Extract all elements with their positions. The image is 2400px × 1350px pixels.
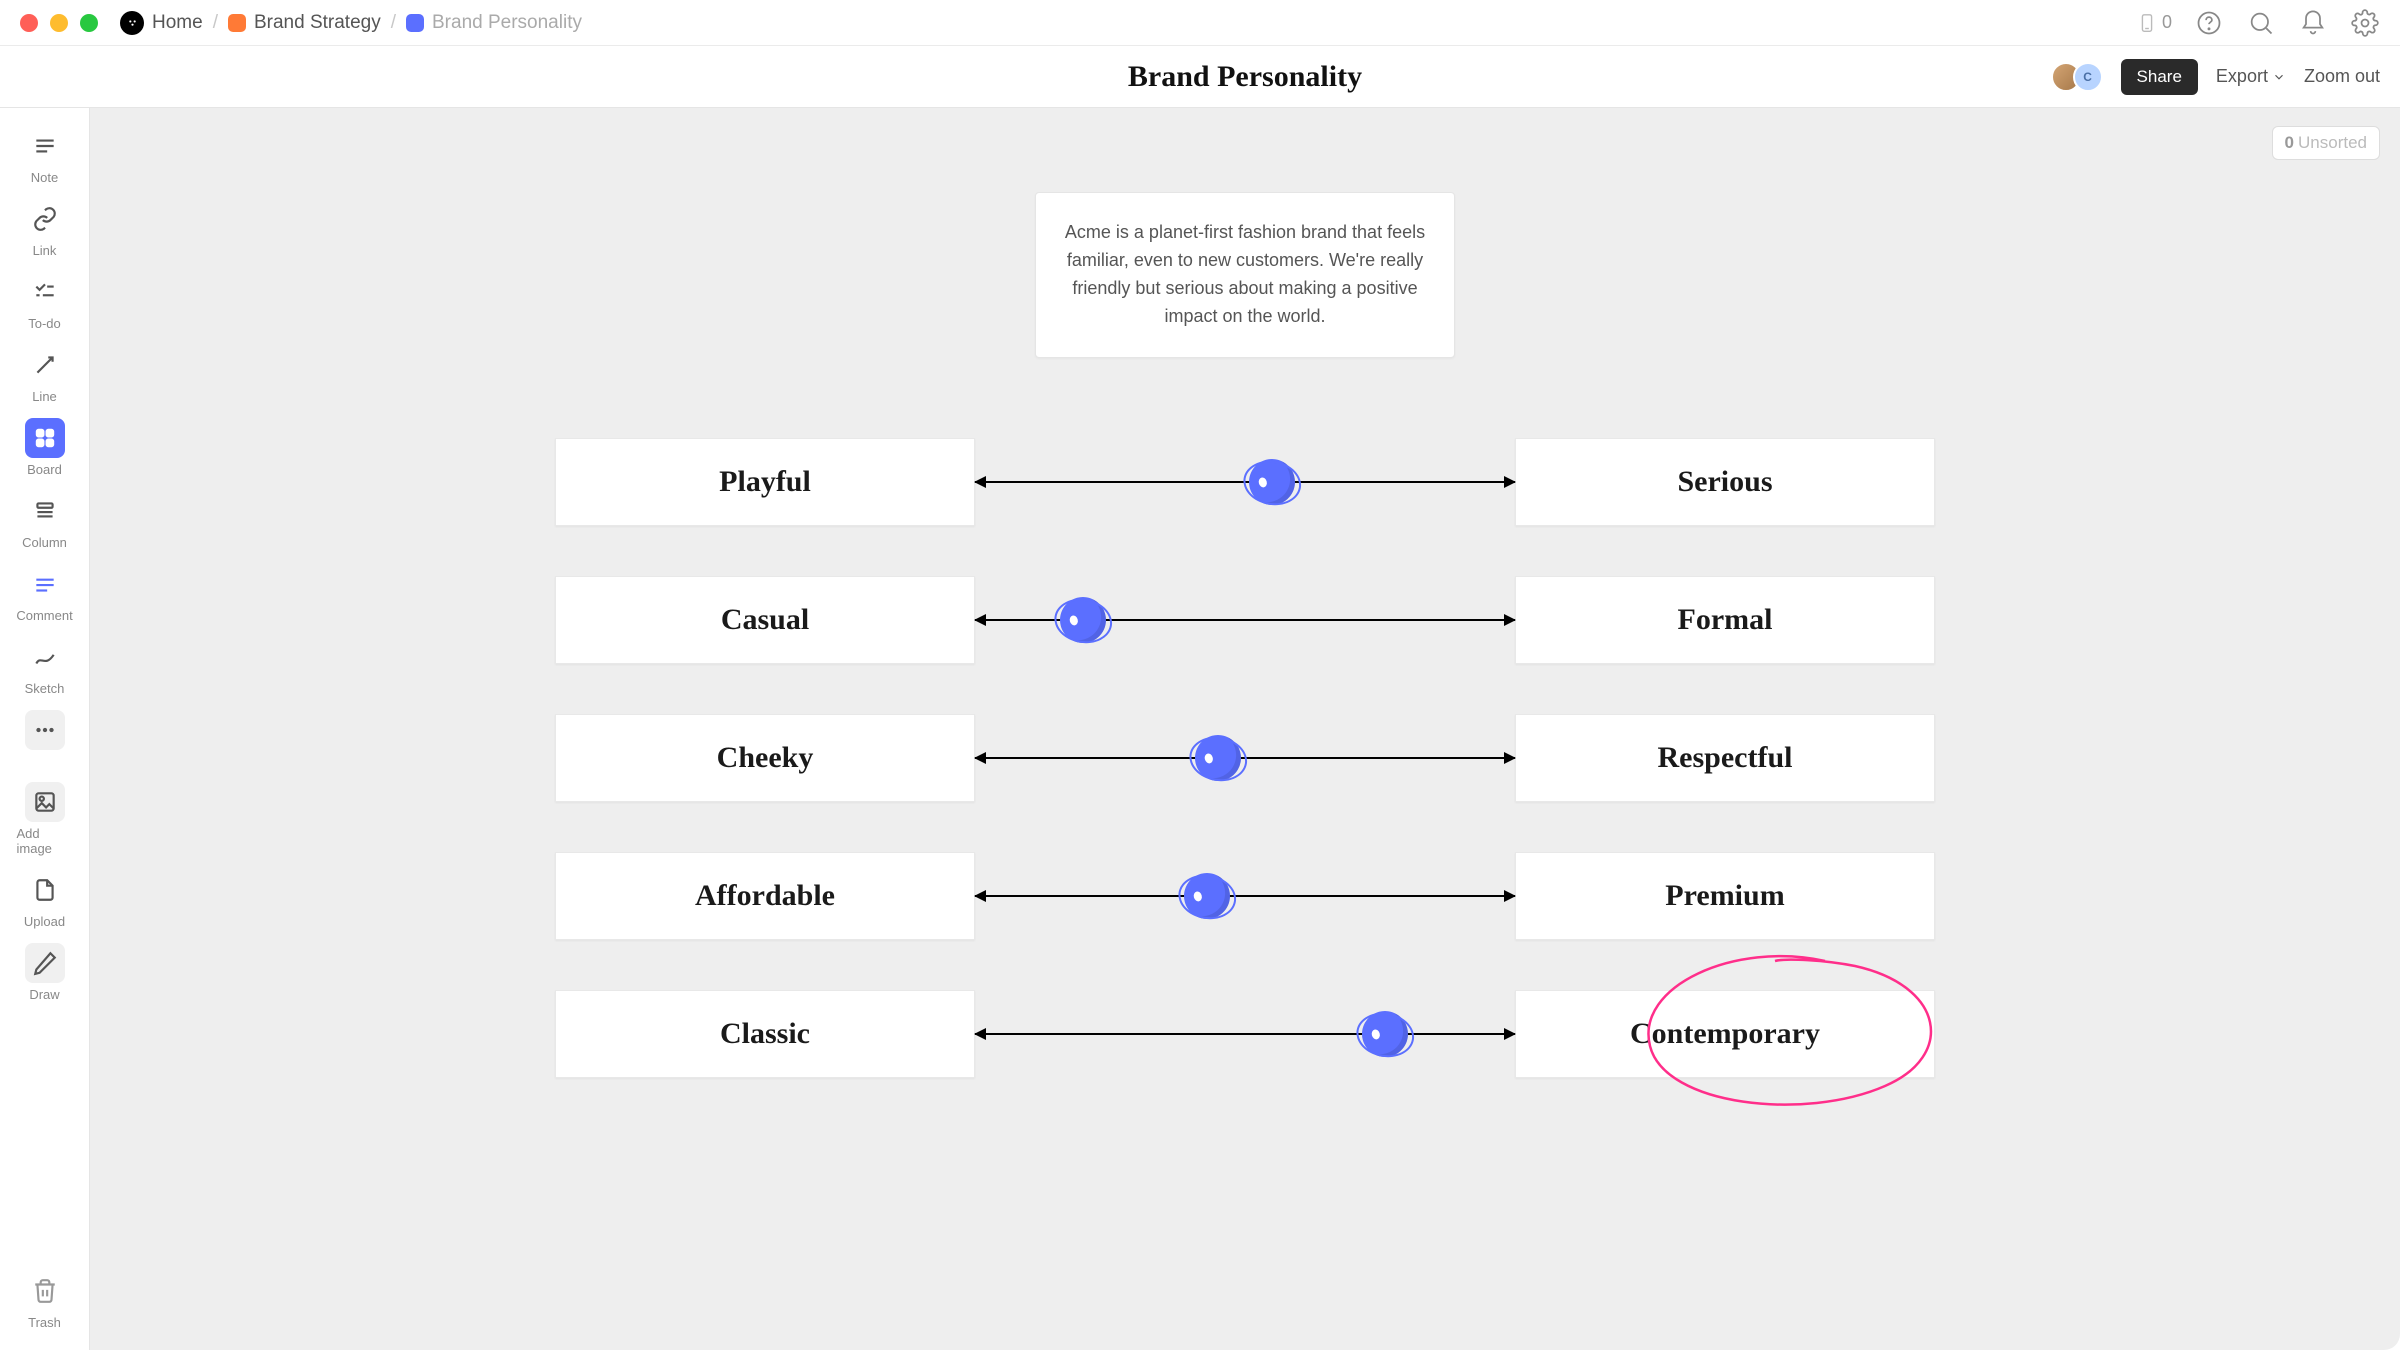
breadcrumb-strategy-label: Brand Strategy: [254, 12, 381, 34]
tool-line[interactable]: Line: [17, 345, 73, 404]
scale-left-label[interactable]: Cheeky: [555, 714, 975, 802]
scale-right-label[interactable]: Premium: [1515, 852, 1935, 940]
scale-slider[interactable]: [975, 852, 1515, 940]
help-button[interactable]: [2194, 8, 2224, 38]
scale-right-label[interactable]: Serious: [1515, 438, 1935, 526]
scale-right-label[interactable]: Contemporary: [1515, 990, 1935, 1078]
tool-more[interactable]: [17, 710, 73, 750]
folder-icon: [228, 14, 246, 32]
breadcrumb-sep: /: [213, 12, 218, 34]
scale-left-label[interactable]: Playful: [555, 438, 975, 526]
page-header: Brand Personality C Share Export Zoom ou…: [0, 46, 2400, 108]
unsorted-chip[interactable]: 0Unsorted: [2272, 126, 2380, 160]
tool-note-label: Note: [31, 170, 58, 185]
tool-trash[interactable]: Trash: [17, 1271, 73, 1330]
tool-trash-label: Trash: [28, 1315, 61, 1330]
scale-row: Cheeky Respectful: [555, 714, 1935, 802]
tool-comment[interactable]: Comment: [17, 564, 73, 623]
settings-button[interactable]: [2350, 8, 2380, 38]
window-controls: [20, 14, 98, 32]
breadcrumb-home-label: Home: [152, 12, 203, 34]
titlebar: Home / Brand Strategy / Brand Personalit…: [0, 0, 2400, 46]
board-icon: [406, 14, 424, 32]
scale-marker[interactable]: [1244, 454, 1300, 510]
canvas[interactable]: 0Unsorted Acme is a planet-first fashion…: [90, 108, 2400, 1350]
page-title: Brand Personality: [90, 60, 2400, 94]
tool-board[interactable]: Board: [17, 418, 73, 477]
mobile-indicator[interactable]: 0: [2136, 12, 2172, 34]
titlebar-right: 0: [2136, 8, 2380, 38]
breadcrumb-strategy[interactable]: Brand Strategy: [228, 12, 381, 34]
scale-row: Affordable Premium: [555, 852, 1935, 940]
scale-marker[interactable]: [1190, 730, 1246, 786]
mobile-count: 0: [2162, 12, 2172, 33]
tool-todo-label: To-do: [28, 316, 61, 331]
close-window-button[interactable]: [20, 14, 38, 32]
description-card[interactable]: Acme is a planet-first fashion brand tha…: [1035, 192, 1455, 358]
scale-row: Classic Contemporary: [555, 990, 1935, 1078]
scale-row: Casual Formal: [555, 576, 1935, 664]
main: Note Link To-do Line Board Column: [0, 108, 2400, 1350]
scale-slider[interactable]: [975, 438, 1515, 526]
tool-link-label: Link: [33, 243, 57, 258]
scale-left-label[interactable]: Casual: [555, 576, 975, 664]
breadcrumb-home[interactable]: Home: [120, 11, 203, 35]
scale-slider[interactable]: [975, 714, 1515, 802]
scale-slider[interactable]: [975, 576, 1515, 664]
tool-draw-label: Draw: [29, 987, 59, 1002]
scales: Playful Serious Casual Formal Cheeky Respectf…: [555, 438, 1935, 1128]
scale-marker[interactable]: [1357, 1006, 1413, 1062]
maximize-window-button[interactable]: [80, 14, 98, 32]
tool-upload-label: Upload: [24, 914, 65, 929]
tool-line-label: Line: [32, 389, 57, 404]
scale-left-label[interactable]: Affordable: [555, 852, 975, 940]
scale-right-label[interactable]: Respectful: [1515, 714, 1935, 802]
unsorted-label: Unsorted: [2298, 133, 2367, 152]
scale-row: Playful Serious: [555, 438, 1935, 526]
breadcrumb-sep: /: [391, 12, 396, 34]
minimize-window-button[interactable]: [50, 14, 68, 32]
tool-column[interactable]: Column: [17, 491, 73, 550]
unsorted-count: 0: [2285, 133, 2294, 152]
scale-marker[interactable]: [1179, 868, 1235, 924]
scale-marker[interactable]: [1055, 592, 1111, 648]
breadcrumb-current[interactable]: Brand Personality: [406, 12, 582, 34]
tool-draw[interactable]: Draw: [17, 943, 73, 1002]
description-text: Acme is a planet-first fashion brand tha…: [1065, 222, 1425, 326]
tool-todo[interactable]: To-do: [17, 272, 73, 331]
scale-right-label[interactable]: Formal: [1515, 576, 1935, 664]
search-button[interactable]: [2246, 8, 2276, 38]
tool-link[interactable]: Link: [17, 199, 73, 258]
scale-left-label[interactable]: Classic: [555, 990, 975, 1078]
tool-column-label: Column: [22, 535, 67, 550]
sidebar: Note Link To-do Line Board Column: [0, 108, 90, 1350]
breadcrumb: Home / Brand Strategy / Brand Personalit…: [120, 11, 582, 35]
tool-sketch-label: Sketch: [25, 681, 65, 696]
tool-sketch[interactable]: Sketch: [17, 637, 73, 696]
tool-add-image-label: Add image: [17, 826, 73, 856]
tool-comment-label: Comment: [16, 608, 72, 623]
breadcrumb-current-label: Brand Personality: [432, 12, 582, 34]
home-icon: [120, 11, 144, 35]
tool-note[interactable]: Note: [17, 126, 73, 185]
notifications-button[interactable]: [2298, 8, 2328, 38]
tool-board-label: Board: [27, 462, 62, 477]
tool-upload[interactable]: Upload: [17, 870, 73, 929]
scale-slider[interactable]: [975, 990, 1515, 1078]
tool-add-image[interactable]: Add image: [17, 782, 73, 856]
